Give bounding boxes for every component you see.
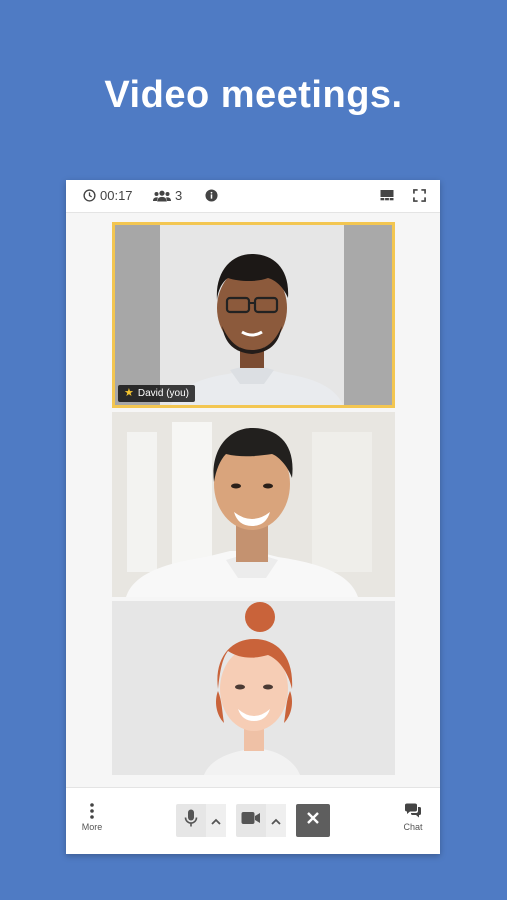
- microphone-control: [176, 804, 226, 837]
- participant-name: David (you): [137, 388, 190, 399]
- camera-button[interactable]: [236, 804, 266, 837]
- video-tiles: ★ David (you): [112, 222, 395, 779]
- chevron-up-icon: [211, 812, 221, 830]
- timer: 00:17: [82, 188, 133, 203]
- video-tile-participant-2[interactable]: [112, 412, 395, 597]
- info-icon: [204, 188, 218, 202]
- participant-video-2: [112, 412, 395, 597]
- top-toolbar: 00:17 3: [66, 180, 440, 213]
- more-icon: [72, 802, 112, 820]
- info-button[interactable]: [204, 188, 218, 202]
- chat-label: Chat: [403, 822, 423, 832]
- phone-frame: 00:17 3 ★ David (you) More Chat: [66, 180, 440, 854]
- chat-icon: [393, 802, 433, 820]
- hangup-icon: [306, 811, 320, 830]
- fullscreen-button[interactable]: [412, 188, 426, 202]
- camera-icon: [241, 811, 261, 830]
- participant-video-1: [112, 222, 395, 408]
- hangup-button[interactable]: [296, 804, 330, 837]
- participants-icon: [153, 189, 171, 203]
- camera-options-button[interactable]: [266, 804, 286, 837]
- more-button[interactable]: More: [72, 802, 112, 832]
- video-tile-participant-3[interactable]: [112, 601, 395, 775]
- star-icon: ★: [124, 387, 134, 399]
- microphone-icon: [184, 809, 198, 832]
- clock-icon: [82, 189, 96, 203]
- video-tile-self[interactable]: ★ David (you): [112, 222, 395, 408]
- participants-button[interactable]: 3: [153, 188, 182, 203]
- page-headline: Video meetings.: [104, 74, 403, 116]
- participants-count: 3: [175, 188, 183, 203]
- chevron-up-icon: [271, 812, 281, 830]
- more-label: More: [81, 822, 103, 832]
- microphone-options-button[interactable]: [206, 804, 226, 837]
- participant-video-3: [112, 601, 395, 775]
- camera-control: [236, 804, 286, 837]
- fullscreen-icon: [412, 188, 426, 202]
- participant-name-badge: ★ David (you): [118, 385, 196, 402]
- timer-text: 00:17: [100, 188, 133, 203]
- bottom-control-bar: More Chat: [66, 787, 440, 854]
- microphone-button[interactable]: [176, 804, 206, 837]
- tile-view-icon: [380, 188, 394, 202]
- tile-view-button[interactable]: [380, 188, 394, 202]
- chat-button[interactable]: Chat: [393, 802, 433, 832]
